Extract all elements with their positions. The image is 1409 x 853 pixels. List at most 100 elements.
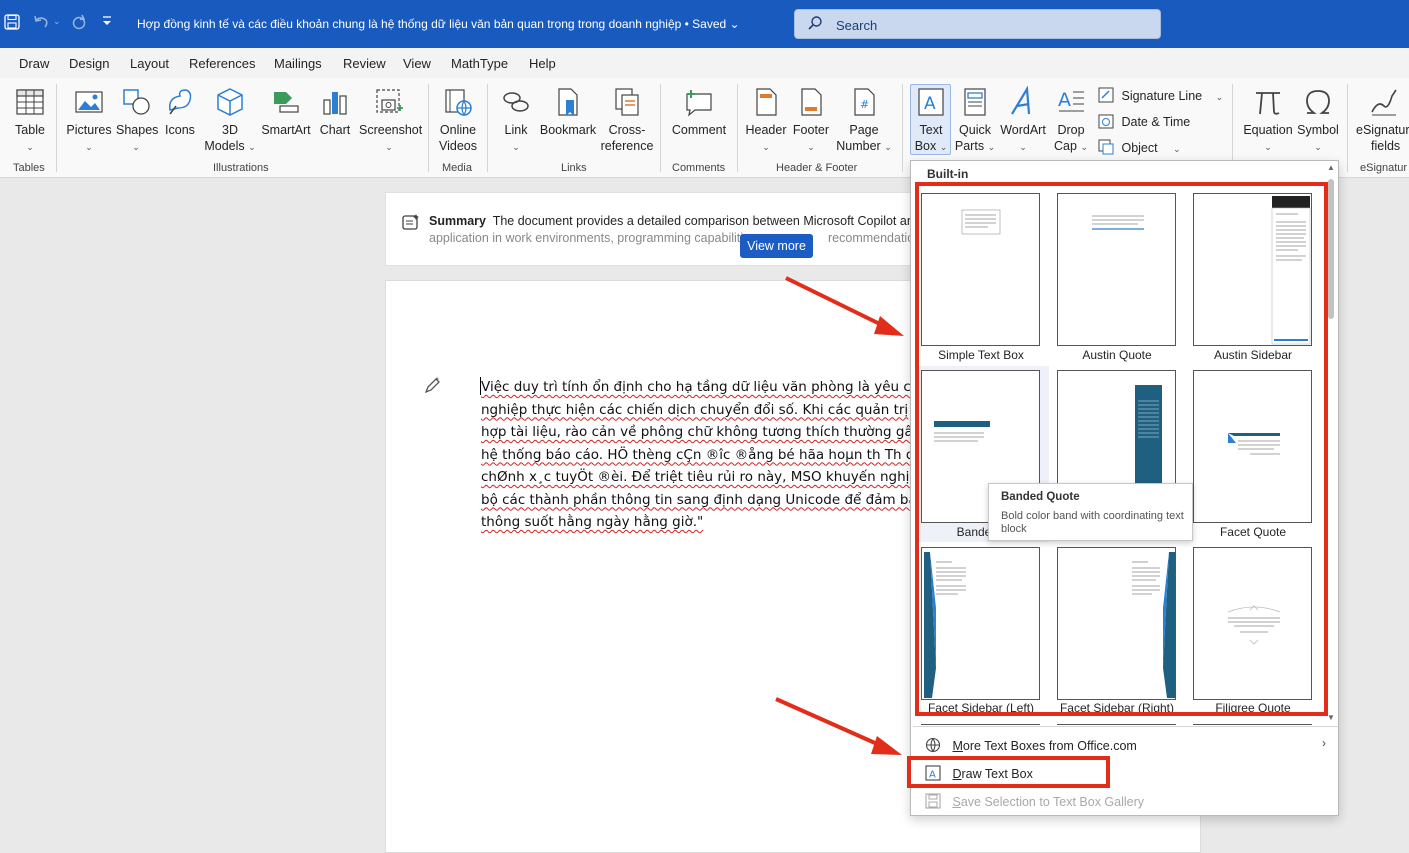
- bookmark-label: Bookmark: [539, 123, 597, 137]
- icons-button[interactable]: Icons: [162, 86, 198, 138]
- screenshot-button[interactable]: Screenshot ⌄: [359, 86, 422, 155]
- scroll-up-icon[interactable]: ▲: [1327, 163, 1335, 172]
- link-button[interactable]: Link ⌄: [498, 86, 534, 155]
- title-caret-icon[interactable]: ⌄: [730, 17, 740, 31]
- 3d-models-button[interactable]: 3D Models ⌄: [204, 86, 256, 155]
- signature-line-label: Signature Line: [1121, 89, 1203, 103]
- more-text-boxes-item[interactable]: More Text Boxes from Office.com: [925, 737, 1137, 753]
- paragraph-line: thông suốt hằng ngày hằng giờ.": [481, 514, 704, 530]
- text-box-button[interactable]: A Text Box ⌄: [911, 86, 951, 155]
- object-label: Object: [1121, 141, 1158, 155]
- wordart-label: WordArt: [1000, 123, 1046, 137]
- group-label-header-footer: Header & Footer: [776, 162, 858, 174]
- pictures-icon: [75, 91, 103, 113]
- chart-button[interactable]: Chart: [317, 86, 353, 138]
- symbol-button[interactable]: Symbol ⌄: [1296, 86, 1340, 155]
- save-selection-mnemonic: S: [952, 795, 961, 809]
- more-text-boxes-label: ore Text Boxes from Office.com: [962, 739, 1137, 753]
- smartart-button[interactable]: SmartArt: [260, 86, 312, 138]
- ribbon-divider: [1232, 84, 1233, 172]
- signature-line-caret-icon: ⌄: [1215, 92, 1224, 102]
- summary-text: Summary The document provides a detailed…: [429, 214, 934, 228]
- object-button[interactable]: Object ⌄: [1098, 139, 1181, 155]
- wordart-button[interactable]: WordArt ⌄: [999, 86, 1047, 155]
- screenshot-caret-icon: ⌄: [385, 142, 393, 152]
- scroll-down-icon[interactable]: ▼: [1327, 713, 1335, 722]
- esignature-label-line2: fields: [1371, 139, 1401, 153]
- tab-references[interactable]: References: [189, 56, 255, 71]
- table-label: Table: [15, 123, 45, 137]
- shapes-label: Shapes: [116, 123, 159, 137]
- equation-caret-icon: ⌄: [1264, 142, 1272, 152]
- equation-button[interactable]: Equation ⌄: [1240, 86, 1296, 155]
- equation-label: Equation: [1243, 123, 1293, 137]
- pictures-button[interactable]: Pictures ⌄: [66, 86, 112, 155]
- header-icon: [756, 88, 777, 116]
- customize-toolbar-icon[interactable]: [102, 15, 112, 30]
- tab-draw[interactable]: Draw: [19, 56, 49, 71]
- scrollbar-thumb[interactable]: [1328, 179, 1334, 319]
- text-box-label-line2: Box: [914, 139, 937, 153]
- esignature-fields-button[interactable]: eSignatur fields: [1356, 86, 1409, 154]
- group-label-comments: Comments: [672, 162, 726, 174]
- copilot-draft-icon[interactable]: [424, 376, 442, 398]
- tab-review[interactable]: Review: [343, 56, 386, 71]
- table-button[interactable]: Table ⌄: [11, 86, 49, 155]
- paragraph-line: hệ thống báo cáo. HÖ thèng cÇn ®îc ®ång …: [481, 446, 911, 463]
- wordart-caret-icon: ⌄: [1019, 142, 1027, 152]
- drop-cap-button[interactable]: A Drop Cap ⌄: [1050, 86, 1092, 155]
- document-paragraph[interactable]: Việc duy trì tính ổn định cho hạ tầng dữ…: [481, 376, 911, 534]
- signature-line-button[interactable]: Signature Line ⌄: [1098, 87, 1223, 103]
- tab-help[interactable]: Help: [529, 56, 556, 71]
- undo-icon[interactable]: [32, 14, 50, 34]
- drop-cap-label-line1: Drop: [1057, 123, 1085, 137]
- table-caret-icon: ⌄: [26, 142, 34, 152]
- screenshot-icon: [376, 89, 403, 113]
- quick-parts-caret-icon: ⌄: [987, 142, 996, 152]
- 3d-models-caret-icon: ⌄: [248, 142, 256, 152]
- tab-design[interactable]: Design: [69, 56, 109, 71]
- search-input[interactable]: Search: [794, 9, 1161, 39]
- bookmark-button[interactable]: Bookmark: [539, 86, 597, 138]
- ribbon-divider: [56, 84, 57, 172]
- page-number-button[interactable]: # Page Number ⌄: [835, 86, 893, 155]
- table-icon: [16, 89, 44, 115]
- chart-icon: [323, 92, 347, 115]
- 3d-models-label-line1: 3D: [222, 123, 238, 137]
- ribbon-divider: [902, 84, 903, 172]
- comment-label: Comment: [671, 123, 727, 137]
- tab-layout[interactable]: Layout: [130, 56, 169, 71]
- chart-label: Chart: [319, 123, 351, 137]
- autosave-icon[interactable]: [4, 14, 20, 34]
- online-videos-label-line1: Online: [439, 123, 477, 137]
- paragraph-line: nghiệp thực hiện các chiến dịch chuyển đ…: [481, 401, 909, 418]
- cross-reference-button[interactable]: Cross- reference: [600, 86, 654, 154]
- paragraph-line: Việc duy trì tính ổn định cho hạ tầng dữ…: [481, 379, 911, 395]
- online-videos-label-line2: Videos: [439, 139, 477, 153]
- undo-dropdown-icon[interactable]: ⌄: [53, 16, 61, 27]
- smartart-label: SmartArt: [261, 123, 311, 137]
- bookmark-icon: [558, 88, 578, 116]
- text-box-label-line1: Text: [919, 123, 943, 137]
- tab-mathtype[interactable]: MathType: [451, 56, 508, 71]
- footer-button[interactable]: Footer ⌄: [791, 86, 831, 155]
- link-icon: [503, 92, 529, 112]
- header-button[interactable]: Header ⌄: [745, 86, 787, 155]
- drop-cap-icon: A: [1058, 89, 1084, 112]
- view-more-button[interactable]: View more: [740, 234, 813, 258]
- summary-line2b: recommendation: [828, 231, 922, 245]
- dropdown-divider: [913, 726, 1338, 727]
- date-time-button[interactable]: Date & Time: [1098, 113, 1190, 129]
- tab-view[interactable]: View: [403, 56, 431, 71]
- comment-button[interactable]: Comment: [668, 86, 730, 138]
- document-title[interactable]: Hợp đồng kinh tế và các điều khoản chung…: [137, 17, 740, 31]
- page-number-label-line1: Page: [849, 123, 879, 137]
- shapes-button[interactable]: Shapes ⌄: [116, 86, 159, 155]
- group-label-esignature: eSignatur: [1360, 162, 1408, 174]
- redo-icon[interactable]: [70, 14, 88, 34]
- tab-mailings[interactable]: Mailings: [274, 56, 322, 71]
- quick-parts-button[interactable]: Quick Parts ⌄: [954, 86, 996, 155]
- object-caret-icon: ⌄: [1173, 144, 1181, 154]
- online-videos-button[interactable]: Online Videos: [436, 86, 480, 154]
- summary-line1: The document provides a detailed compari…: [492, 214, 934, 228]
